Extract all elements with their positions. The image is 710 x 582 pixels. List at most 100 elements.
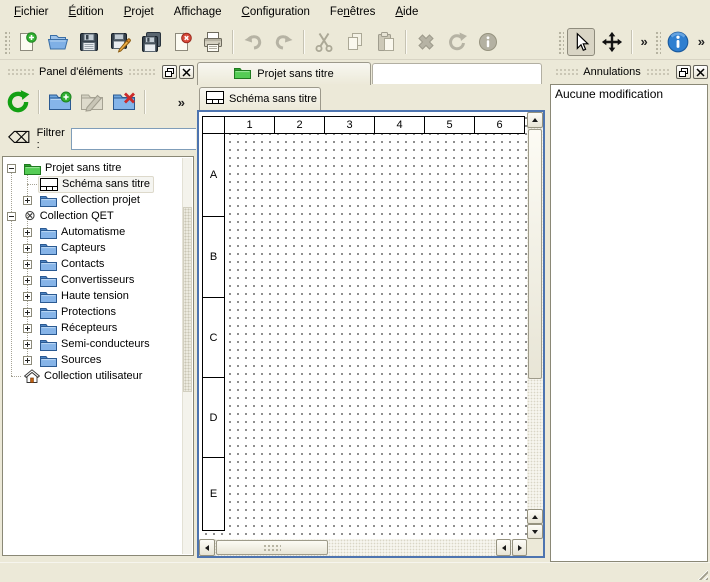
scroll-left-button-2[interactable] — [496, 539, 511, 556]
tree-scrollbar[interactable] — [182, 158, 192, 554]
toolbar-overflow-chevron[interactable]: » — [638, 34, 651, 49]
tree-item-label: Haute tension — [61, 290, 129, 302]
schema-frame-icon — [206, 91, 224, 107]
float-panel-button[interactable] — [676, 65, 691, 79]
hscroll-thumb[interactable] — [216, 540, 328, 555]
undo-history-list[interactable]: Aucune modification — [550, 84, 708, 562]
panel-overflow-chevron[interactable]: » — [175, 95, 188, 110]
menu-projet[interactable]: Projet — [114, 3, 164, 21]
toolbar-drag-handle[interactable] — [654, 30, 661, 54]
vscroll-thumb[interactable] — [528, 129, 542, 379]
save-all-button[interactable] — [137, 28, 165, 56]
column-headers: 1 2 3 4 5 6 — [202, 116, 525, 134]
expand-expander[interactable] — [23, 260, 32, 269]
close-panel-button[interactable] — [179, 65, 194, 79]
toolbar-drag-handle[interactable] — [557, 30, 564, 54]
expand-expander[interactable] — [23, 196, 32, 205]
menu-fenetres[interactable]: Fenêtres — [320, 3, 385, 21]
expand-expander[interactable] — [23, 228, 32, 237]
tree-item-contacts[interactable]: Contacts — [3, 256, 193, 272]
tree-item-label: Collection utilisateur — [44, 370, 142, 382]
tree-scrollbar-thumb[interactable] — [183, 207, 192, 392]
scroll-down-button[interactable] — [527, 524, 543, 539]
expand-expander[interactable] — [23, 244, 32, 253]
tree-item-collection-qet[interactable]: ⊗ Collection QET — [3, 208, 193, 224]
menu-aide[interactable]: Aide — [385, 3, 428, 21]
undo-list-item[interactable]: Aucune modification — [551, 85, 707, 103]
project-pane: Schéma sans titre 1 2 3 4 5 6 A B C D — [196, 85, 545, 559]
elements-panel-titlebar[interactable]: Panel d'éléments — [2, 62, 194, 82]
collapse-expander[interactable] — [7, 212, 16, 221]
save-all-icon — [140, 31, 162, 53]
expand-expander[interactable] — [23, 340, 32, 349]
clear-filter-button[interactable]: ⌫ — [8, 131, 31, 147]
column-header: 2 — [275, 117, 325, 133]
tree-item-collection-projet[interactable]: Collection projet — [3, 192, 193, 208]
tree-item-haute-tension[interactable]: Haute tension — [3, 288, 193, 304]
close-file-button[interactable] — [168, 28, 196, 56]
cursor-arrow-icon — [570, 31, 592, 53]
schema-view[interactable]: 1 2 3 4 5 6 A B C D E — [197, 110, 545, 558]
project-infos-button[interactable] — [664, 28, 692, 56]
menu-configuration[interactable]: Configuration — [232, 3, 320, 21]
paste-icon — [375, 31, 397, 53]
left-arrow-icon — [205, 545, 209, 551]
expand-expander[interactable] — [23, 324, 32, 333]
up-arrow-icon — [532, 515, 538, 519]
toolbar-overflow-chevron[interactable]: » — [695, 34, 708, 49]
project-tab[interactable]: Projet sans titre — [197, 62, 371, 85]
reload-collections-button[interactable] — [4, 88, 32, 116]
scroll-up-button-2[interactable] — [527, 509, 543, 524]
tree-item-schema[interactable]: Schéma sans titre — [3, 176, 193, 192]
vertical-scrollbar[interactable] — [527, 112, 543, 539]
menu-fichier[interactable]: Fichier — [4, 3, 59, 21]
tree-item-label: Collection QET — [40, 210, 114, 222]
delete-category-button[interactable] — [110, 88, 138, 116]
float-panel-button[interactable] — [162, 65, 177, 79]
tree-item-sources[interactable]: Sources — [3, 352, 193, 368]
schema-tab[interactable]: Schéma sans titre — [199, 87, 321, 110]
scroll-left-button[interactable] — [199, 539, 215, 556]
tree-item-project[interactable]: Projet sans titre — [3, 160, 193, 176]
pan-mode-button[interactable] — [598, 28, 626, 56]
expand-expander[interactable] — [23, 356, 32, 365]
schema-sheet[interactable] — [199, 112, 527, 539]
expand-expander[interactable] — [23, 292, 32, 301]
new-file-icon — [16, 31, 38, 53]
tree-item-automatisme[interactable]: Automatisme — [3, 224, 193, 240]
tree-item-convertisseurs[interactable]: Convertisseurs — [3, 272, 193, 288]
mdi-area: Projet sans titre Schéma sans titre 1 2 … — [196, 60, 550, 562]
tree-item-semi-conducteurs[interactable]: Semi-conducteurs — [3, 336, 193, 352]
new-category-button[interactable] — [46, 88, 74, 116]
tree-item-protections[interactable]: Protections — [3, 304, 193, 320]
folder-icon — [40, 274, 57, 287]
expand-expander[interactable] — [23, 308, 32, 317]
save-button[interactable] — [75, 28, 103, 56]
scroll-right-button[interactable] — [512, 539, 527, 556]
tree-item-label: Collection projet — [61, 194, 140, 206]
close-panel-button[interactable] — [693, 65, 708, 79]
menu-edition[interactable]: Édition — [59, 3, 114, 21]
tree-item-label: Semi-conducteurs — [61, 338, 150, 350]
toolbar-drag-handle[interactable] — [3, 30, 10, 54]
menu-affichage[interactable]: Affichage — [164, 3, 232, 21]
horizontal-scrollbar[interactable] — [199, 539, 527, 556]
selection-mode-button[interactable] — [567, 28, 595, 56]
close-file-icon — [171, 31, 193, 53]
folder-icon — [40, 194, 57, 207]
scroll-up-button[interactable] — [527, 112, 543, 128]
print-button[interactable] — [199, 28, 227, 56]
column-header: 6 — [475, 117, 524, 133]
resize-grip[interactable] — [695, 567, 708, 580]
tree-item-capteurs[interactable]: Capteurs — [3, 240, 193, 256]
tree-item-recepteurs[interactable]: Récepteurs — [3, 320, 193, 336]
collapse-expander[interactable] — [7, 164, 16, 173]
expand-expander[interactable] — [23, 276, 32, 285]
new-file-button[interactable] — [13, 28, 41, 56]
tree-item-collection-utilisateur[interactable]: Collection utilisateur — [3, 368, 193, 384]
save-as-button[interactable] — [106, 28, 134, 56]
elements-tree[interactable]: Projet sans titre Schéma sans titre Coll… — [2, 156, 194, 556]
undo-panel-titlebar[interactable]: Annulations — [550, 62, 708, 82]
infos-button — [474, 28, 502, 56]
open-file-button[interactable] — [44, 28, 72, 56]
